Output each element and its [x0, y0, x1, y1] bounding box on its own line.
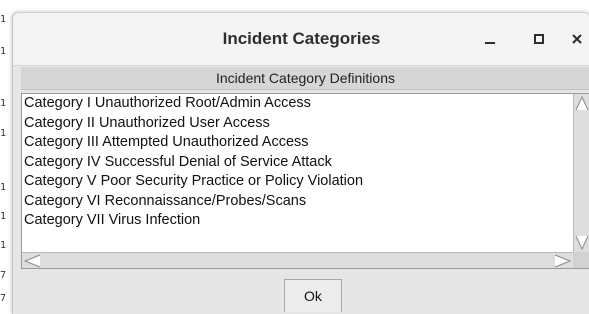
background-mark: 1 [0, 211, 7, 222]
background-mark: 7 [0, 293, 7, 304]
background-mark: 1 [0, 98, 7, 109]
chevron-up-icon [575, 95, 588, 111]
list-header: Incident Category Definitions [21, 67, 589, 90]
list-item[interactable]: Category V Poor Security Practice or Pol… [24, 172, 572, 192]
chevron-left-icon [23, 254, 41, 267]
ok-button[interactable]: Ok [284, 279, 342, 312]
list-item[interactable]: Category IV Successful Denial of Service… [24, 153, 572, 173]
list-item[interactable]: Category VI Reconnaissance/Probes/Scans [24, 192, 572, 212]
scroll-up-button[interactable] [574, 94, 589, 112]
scroll-down-button[interactable] [574, 234, 589, 252]
list-item[interactable]: Category I Unauthorized Root/Admin Acces… [24, 94, 572, 114]
incident-categories-dialog: Incident Categories Incident Category De… [12, 12, 589, 314]
background-mark: 1 [0, 240, 7, 251]
minimize-icon [485, 42, 495, 44]
title-bar[interactable]: Incident Categories [13, 13, 589, 66]
window-title: Incident Categories [222, 29, 381, 48]
dialog-footer: Ok [21, 271, 589, 314]
horizontal-scrollbar[interactable] [22, 252, 573, 268]
background-mark: 1 [0, 14, 7, 25]
background-mark: 1 [0, 46, 7, 57]
category-list[interactable]: Category I Unauthorized Root/Admin Acces… [21, 93, 589, 269]
minimize-button[interactable] [478, 27, 502, 51]
chevron-right-icon [554, 254, 572, 267]
vertical-scrollbar[interactable] [573, 94, 589, 252]
chevron-down-icon [575, 235, 588, 251]
background-mark: 1 [0, 128, 7, 139]
background-mark: 1 [0, 182, 7, 193]
close-icon [572, 34, 582, 44]
maximize-icon [534, 34, 544, 44]
list-item[interactable]: Category III Attempted Unauthorized Acce… [24, 133, 572, 153]
list-item[interactable]: Category II Unauthorized User Access [24, 114, 572, 134]
list-item[interactable]: Category VII Virus Infection [24, 211, 572, 231]
background-mark: 7 [0, 270, 7, 281]
maximize-button[interactable] [527, 27, 551, 51]
scrollbar-corner [573, 252, 589, 268]
scroll-right-button[interactable] [553, 253, 573, 268]
close-button[interactable] [565, 27, 589, 51]
background-edge-strip: 1 1 1 1 1 1 1 7 7 [0, 0, 12, 313]
list-items: Category I Unauthorized Root/Admin Acces… [24, 94, 572, 252]
scroll-left-button[interactable] [22, 253, 42, 268]
